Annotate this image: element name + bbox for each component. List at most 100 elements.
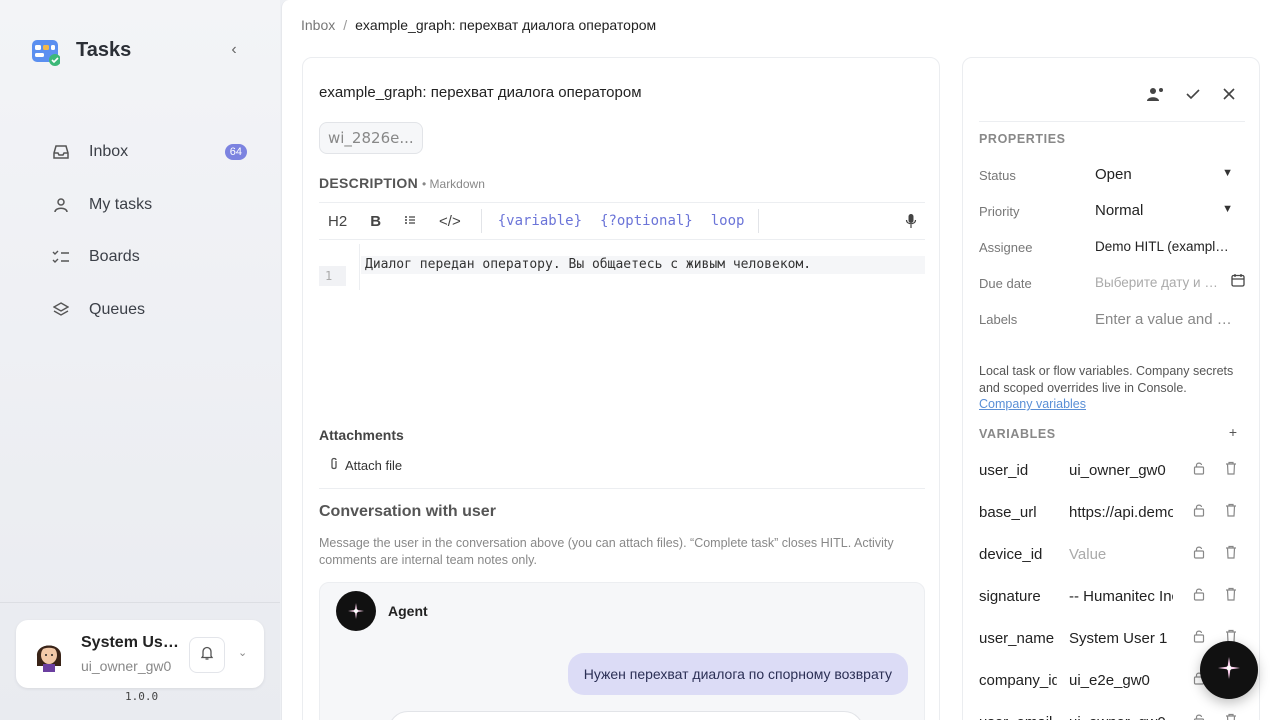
inbox-icon bbox=[52, 143, 70, 161]
task-title[interactable]: example_graph: перехват диалога оператор… bbox=[319, 84, 642, 101]
assistant-fab-button[interactable] bbox=[1200, 641, 1258, 699]
conversation-thread: Agent Нужен перехват диалога по спорному… bbox=[319, 582, 925, 720]
trash-icon[interactable] bbox=[1225, 503, 1237, 522]
description-editor[interactable]: 1 Диалог передан оператору. Вы общаетесь… bbox=[319, 244, 925, 404]
tasks-logo-icon bbox=[32, 36, 61, 66]
trash-icon[interactable] bbox=[1225, 545, 1237, 564]
variable-key[interactable]: device_id bbox=[979, 546, 1057, 563]
sidebar-item-queues[interactable]: Queues bbox=[40, 288, 252, 332]
variable-key[interactable]: base_url bbox=[979, 504, 1057, 521]
variable-value[interactable]: https://api.demo bbox=[1069, 504, 1173, 521]
breadcrumb: Inbox / example_graph: перехват диалога оп… bbox=[301, 17, 656, 33]
user-id: ui_owner_gw0 bbox=[81, 658, 172, 674]
variable-value[interactable]: -- Humanitec Inc bbox=[1069, 588, 1173, 605]
sidebar-item-inbox[interactable]: Inbox 64 bbox=[40, 130, 252, 174]
unlock-icon[interactable] bbox=[1193, 713, 1205, 720]
variable-value[interactable]: Value bbox=[1069, 546, 1173, 563]
assignee-field[interactable]: Assignee Demo HITL (example_graph) bbox=[979, 236, 1245, 260]
bold-button[interactable]: B bbox=[370, 213, 381, 230]
variable-value[interactable]: System User 1 bbox=[1069, 630, 1173, 647]
attachments-heading: Attachments bbox=[319, 427, 404, 443]
insert-optional-button[interactable]: {?optional} bbox=[600, 213, 693, 229]
insert-variable-button[interactable]: {variable} bbox=[498, 213, 582, 229]
avatar bbox=[34, 636, 64, 672]
heading-button[interactable]: H2 bbox=[328, 213, 347, 230]
description-heading: DESCRIPTION • Markdown bbox=[319, 175, 485, 191]
message-bubble: Нужен перехват диалога по спорному возвр… bbox=[567, 653, 908, 695]
properties-heading: PROPERTIES bbox=[979, 132, 1066, 146]
variables-help: Local task or flow variables. Company se… bbox=[979, 363, 1251, 413]
variable-value[interactable]: ui_owner_gw0 bbox=[1069, 714, 1173, 720]
add-variable-button[interactable]: + bbox=[1229, 424, 1237, 440]
trash-icon[interactable] bbox=[1225, 713, 1237, 720]
variable-key[interactable]: user_email bbox=[979, 714, 1057, 720]
conversation-help-text: Message the user in the conversation abo… bbox=[319, 536, 894, 567]
collapse-sidebar-icon[interactable]: ‹ bbox=[226, 40, 242, 60]
list-icon[interactable] bbox=[404, 213, 416, 230]
variable-value[interactable]: ui_e2e_gw0 bbox=[1069, 672, 1173, 689]
sidebar-item-boards[interactable]: Boards bbox=[40, 235, 252, 279]
variable-key[interactable]: company_id bbox=[979, 672, 1057, 689]
trash-icon[interactable] bbox=[1225, 587, 1237, 606]
unlock-icon[interactable] bbox=[1193, 503, 1205, 522]
editor-line[interactable]: Диалог передан оператору. Вы общаетесь с… bbox=[361, 256, 925, 274]
editor-toolbar: H2 B </> {variable} {?optional} loop bbox=[319, 202, 925, 240]
app-version: 1.0.0 bbox=[125, 690, 159, 703]
unlock-icon[interactable] bbox=[1193, 587, 1205, 606]
variables-heading: VARIABLES bbox=[979, 427, 1056, 441]
microphone-icon[interactable] bbox=[905, 213, 917, 234]
variable-row: user_email ui_owner_gw0 bbox=[979, 711, 1245, 720]
variable-row: signature -- Humanitec Inc bbox=[979, 585, 1245, 609]
due-date-field[interactable]: Due date Выберите дату и время bbox=[979, 272, 1245, 296]
unlock-icon[interactable] bbox=[1193, 629, 1205, 648]
close-icon[interactable] bbox=[1217, 82, 1241, 106]
variable-key[interactable]: user_name bbox=[979, 630, 1057, 647]
user-card[interactable]: System User 1 ui_owner_gw0 ⌄ bbox=[16, 620, 264, 688]
unlock-icon[interactable] bbox=[1193, 545, 1205, 564]
insert-loop-button[interactable]: loop bbox=[711, 213, 745, 229]
labels-input[interactable]: Enter a value and press Enter bbox=[1095, 311, 1235, 328]
breadcrumb-separator: / bbox=[343, 17, 348, 33]
variable-value[interactable]: ui_owner_gw0 bbox=[1069, 462, 1173, 479]
sidebar-item-label: My tasks bbox=[89, 195, 153, 213]
variable-key[interactable]: user_id bbox=[979, 462, 1057, 479]
section-divider bbox=[319, 488, 925, 489]
task-card: example_graph: перехват диалога оператор… bbox=[302, 57, 940, 720]
user-name: System User 1 bbox=[81, 634, 181, 651]
markdown-format-label: • Markdown bbox=[421, 177, 485, 191]
complete-task-icon[interactable] bbox=[1181, 82, 1205, 106]
sidebar-nav: Inbox 64 My tasks Boards Queues bbox=[40, 130, 252, 340]
sidebar-item-my-tasks[interactable]: My tasks bbox=[40, 183, 252, 227]
breadcrumb-inbox-link[interactable]: Inbox bbox=[301, 17, 335, 33]
due-date-input[interactable]: Выберите дату и время bbox=[1095, 275, 1223, 290]
inbox-count-badge: 64 bbox=[224, 144, 247, 160]
variable-key[interactable]: signature bbox=[979, 588, 1057, 605]
brand[interactable]: Tasks bbox=[32, 36, 131, 66]
variable-row: user_name System User 1 bbox=[979, 627, 1245, 651]
task-id-chip[interactable]: wi_2826e... bbox=[319, 122, 423, 154]
description-label: DESCRIPTION bbox=[319, 175, 418, 191]
trash-icon[interactable] bbox=[1225, 461, 1237, 480]
paperclip-icon bbox=[329, 457, 339, 474]
code-button[interactable]: </> bbox=[439, 213, 461, 230]
status-select[interactable]: Open bbox=[1095, 166, 1235, 183]
chevron-down-icon[interactable]: ⌄ bbox=[238, 646, 247, 659]
assignee-value[interactable]: Demo HITL (example_graph) bbox=[1095, 239, 1235, 254]
checklist-icon bbox=[52, 248, 70, 266]
company-variables-link[interactable]: Company variables bbox=[979, 396, 1251, 413]
status-field[interactable]: Status Open ▼ bbox=[979, 164, 1245, 188]
sidebar-item-label: Inbox bbox=[89, 143, 129, 160]
labels-field[interactable]: Labels Enter a value and press Enter bbox=[979, 308, 1245, 332]
attach-file-button[interactable]: Attach file bbox=[329, 457, 402, 474]
assign-to-me-icon[interactable] bbox=[1143, 82, 1167, 106]
agent-name: Agent bbox=[388, 603, 428, 619]
calendar-icon[interactable] bbox=[1231, 273, 1245, 292]
caret-down-icon: ▼ bbox=[1222, 203, 1233, 215]
unlock-icon[interactable] bbox=[1193, 461, 1205, 480]
priority-select[interactable]: Normal bbox=[1095, 202, 1235, 219]
sidebar-item-label: Queues bbox=[89, 300, 146, 318]
notifications-button[interactable] bbox=[189, 637, 225, 673]
variable-row: base_url https://api.demo bbox=[979, 501, 1245, 525]
priority-field[interactable]: Priority Normal ▼ bbox=[979, 200, 1245, 224]
variable-row: device_id Value bbox=[979, 543, 1245, 567]
